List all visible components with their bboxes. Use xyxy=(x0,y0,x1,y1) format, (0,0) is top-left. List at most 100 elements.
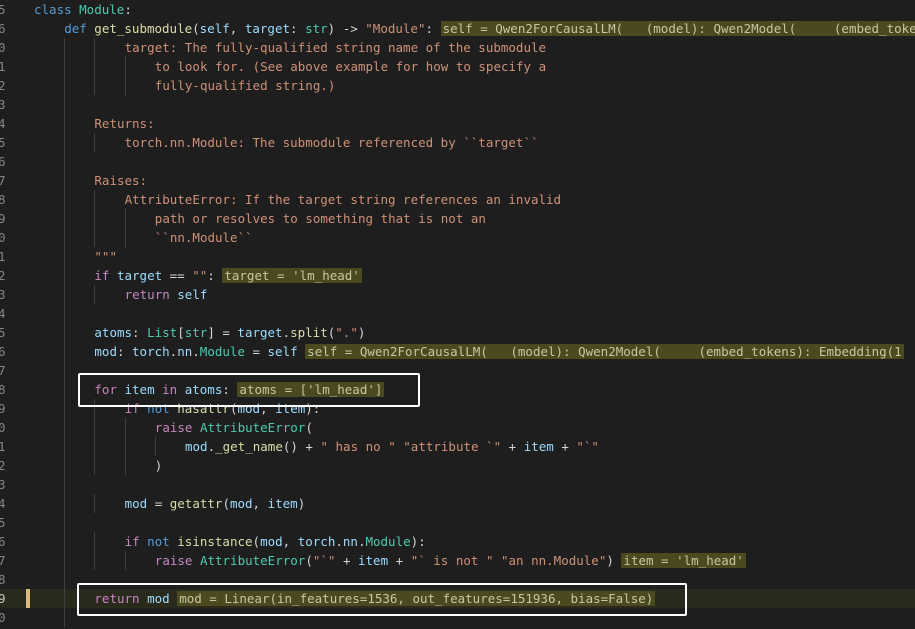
code-token: : xyxy=(222,382,238,397)
code-token: ) xyxy=(154,458,163,473)
code-line[interactable]: 2 if target == "": target = 'lm_head' xyxy=(0,266,915,285)
code-line[interactable]: 8 xyxy=(0,570,915,589)
code-line[interactable]: 3 xyxy=(0,475,915,494)
code-line[interactable]: 5 atoms: List[str] = target.split(".") xyxy=(0,323,915,342)
code-token: split xyxy=(290,325,328,340)
code-token: + xyxy=(335,553,358,568)
code-content: fully-qualified string.) xyxy=(155,76,336,95)
indent-guide xyxy=(64,304,66,323)
code-token: . xyxy=(282,325,291,340)
code-token: ( xyxy=(305,420,313,435)
code-token: : xyxy=(132,325,148,340)
code-token: ) -> xyxy=(327,21,366,36)
code-line[interactable]: 3 return self xyxy=(0,285,915,304)
indent-guide xyxy=(64,76,66,95)
line-number-text: 5 xyxy=(0,515,6,530)
code-token: + xyxy=(501,439,524,454)
code-token: "." xyxy=(335,325,358,340)
line-number-text: 5 xyxy=(0,325,6,340)
indent-guide xyxy=(94,494,96,513)
code-token: "`" xyxy=(576,439,599,454)
code-line[interactable]: 1 to look for. (See above example for how… xyxy=(0,57,915,76)
code-token: nn xyxy=(177,344,193,359)
code-token: ( xyxy=(305,553,313,568)
line-number: 3 xyxy=(0,475,24,494)
line-number: 0 xyxy=(0,38,24,57)
code-line[interactable]: 9 path or resolves to something that is n… xyxy=(0,209,915,228)
line-number-text: 8 xyxy=(0,192,6,207)
code-content: return self xyxy=(125,285,208,304)
code-line[interactable]: 6 xyxy=(0,152,915,171)
code-line[interactable]: 6 if not isinstance(mod, torch.nn.Module)… xyxy=(0,532,915,551)
indent-guide xyxy=(154,437,156,456)
code-content: def get_submodule(self, target: str) -> … xyxy=(64,19,915,38)
indent-guide xyxy=(64,418,66,437)
code-token: AttributeError xyxy=(199,553,306,568)
code-line[interactable]: 8 for item in atoms: atoms = ['lm_head'] xyxy=(0,380,915,399)
code-line[interactable]: 7 Raises: xyxy=(0,171,915,190)
line-number: 5 xyxy=(0,133,24,152)
line-number-text: 2 xyxy=(0,268,6,283)
code-token: " has no " "attribute `" xyxy=(320,439,502,454)
code-token: "` is not " "an nn.Module" xyxy=(410,553,607,568)
code-line[interactable]: 1 mod._get_name() + " has no " "attribute… xyxy=(0,437,915,456)
code-token: mod xyxy=(147,591,178,606)
line-number: 9 xyxy=(0,399,24,418)
indent-guide xyxy=(64,589,66,608)
code-token: : xyxy=(290,21,306,36)
code-token: Returns: xyxy=(94,116,155,131)
code-line[interactable]: 0 ``nn.Module`` xyxy=(0,228,915,247)
code-line[interactable]: 7 raise AttributeError("`" + item + "` is… xyxy=(0,551,915,570)
code-token: raise xyxy=(154,420,200,435)
code-token: return xyxy=(94,591,148,606)
code-token: List xyxy=(147,325,178,340)
indent-guide xyxy=(124,228,126,247)
indent-guide xyxy=(64,494,66,513)
code-token: return xyxy=(124,287,178,302)
line-number: 6 xyxy=(0,152,24,171)
indent-guide xyxy=(94,399,96,418)
code-line[interactable]: 9 if not hasattr(mod, item): xyxy=(0,399,915,418)
code-editor[interactable]: 5 class Module: 6 def get_submodule(self, t… xyxy=(0,0,915,629)
code-line[interactable]: 0 raise AttributeError( xyxy=(0,418,915,437)
code-line[interactable]: 5 torch.nn.Module: The submodule referenc… xyxy=(0,133,915,152)
code-token: + xyxy=(388,553,411,568)
code-token: ] = xyxy=(207,325,238,340)
code-line[interactable]: 4 xyxy=(0,304,915,323)
indent-guide xyxy=(124,76,126,95)
code-line[interactable]: 2) xyxy=(0,456,915,475)
code-line[interactable]: 6 def get_submodule(self, target: str) ->… xyxy=(0,19,915,38)
code-line[interactable]: 4 Returns: xyxy=(0,114,915,133)
code-line[interactable]: 3 xyxy=(0,95,915,114)
code-line[interactable]: 2 fully-qualified string.) xyxy=(0,76,915,95)
code-token: path or resolves to something that is no… xyxy=(154,211,486,226)
line-number-text: 6 xyxy=(0,154,6,169)
code-token: not xyxy=(147,401,178,416)
code-line[interactable]: 5 class Module: xyxy=(0,0,915,19)
line-number-text: 2 xyxy=(0,458,6,473)
code-token: mod xyxy=(260,534,283,549)
line-number: 6 xyxy=(0,342,24,361)
code-token: Module xyxy=(365,534,411,549)
code-line[interactable]: 5 xyxy=(0,513,915,532)
line-number-text: 9 xyxy=(0,211,6,226)
line-number-text: 0 xyxy=(0,610,6,625)
code-token: AttributeError: If the target string ref… xyxy=(124,192,562,207)
line-number-text: 0 xyxy=(0,420,6,435)
code-line[interactable]: 0 target: The fully-qualified string name… xyxy=(0,38,915,57)
code-token: ) xyxy=(606,553,622,568)
indent-guide xyxy=(94,38,96,57)
code-line[interactable]: 8 AttributeError: If the target string re… xyxy=(0,190,915,209)
code-line[interactable]: 0 xyxy=(0,608,915,627)
indent-guide xyxy=(64,228,66,247)
code-line[interactable]: 9 return mod mod = Linear(in_features=153… xyxy=(0,589,915,608)
code-line[interactable]: 1 """ xyxy=(0,247,915,266)
code-line[interactable]: 4 mod = getattr(mod, item) xyxy=(0,494,915,513)
line-number: 1 xyxy=(0,437,24,456)
indent-guide xyxy=(124,57,126,76)
code-token: Module xyxy=(79,2,125,17)
code-line[interactable]: 7 xyxy=(0,361,915,380)
indent-guide xyxy=(64,57,66,76)
indent-guide xyxy=(94,418,96,437)
code-line[interactable]: 6 mod: torch.nn.Module = self self = Qwen… xyxy=(0,342,915,361)
